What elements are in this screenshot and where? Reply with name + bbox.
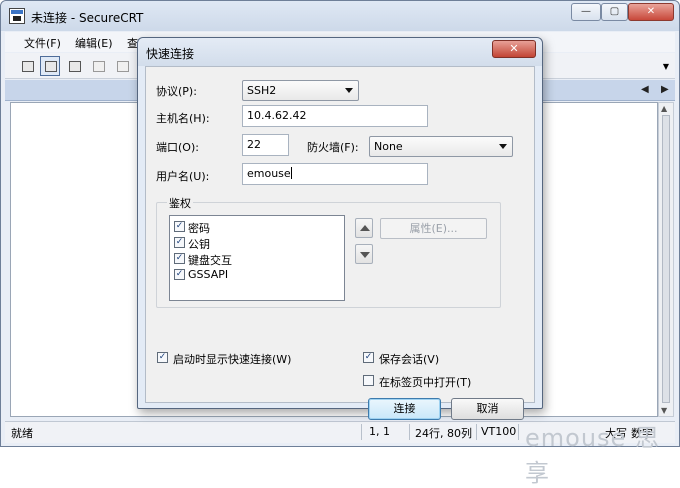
folder-connect-icon — [69, 61, 81, 72]
protocol-select-value: SSH2 — [247, 84, 277, 97]
dialog-title-bar: 快速连接 ✕ — [138, 38, 542, 66]
title-bar: 未连接 - SecureCRT — ▢ ✕ — [1, 1, 679, 31]
status-terminal-size: 24行, 80列 — [415, 427, 472, 440]
menu-edit[interactable]: 编辑(E) — [75, 35, 113, 51]
status-divider — [361, 424, 362, 440]
move-up-button[interactable] — [355, 218, 373, 238]
auth-method-list[interactable]: ✓ 密码 ✓ 公钥 ✓ 键盘交互 ✓ GSSAPI — [169, 215, 345, 301]
properties-button[interactable]: 属性(E)... — [380, 218, 487, 239]
disconnect-toolbar-button[interactable] — [112, 56, 132, 76]
close-button[interactable]: ✕ — [628, 3, 674, 21]
disconnect-icon — [117, 61, 129, 72]
firewall-select[interactable]: None — [369, 136, 513, 157]
port-label: 端口(O): — [156, 141, 199, 154]
firewall-select-value: None — [374, 140, 403, 153]
username-value: emouse — [247, 167, 291, 180]
authentication-group: 鉴权 ✓ 密码 ✓ 公钥 ✓ 键盘交互 ✓ GSSAPI 属性(E)... — [156, 195, 501, 308]
status-divider — [518, 424, 519, 440]
checkbox-unchecked-icon[interactable] — [363, 375, 374, 386]
quick-connect-dialog: 快速连接 ✕ 协议(P): SSH2 主机名(H): 10.4.62.42 端口… — [137, 37, 543, 420]
dialog-body: 协议(P): SSH2 主机名(H): 10.4.62.42 端口(O): 22… — [145, 66, 535, 420]
tab-scroll-left-icon[interactable]: ◀ — [641, 84, 649, 95]
move-down-button[interactable] — [355, 244, 373, 264]
dialog-title: 快速连接 — [146, 47, 195, 61]
status-ready: 就绪 — [11, 427, 33, 440]
username-label: 用户名(U): — [156, 170, 210, 183]
checkbox-checked-icon[interactable]: ✓ — [363, 352, 374, 363]
quick-connect-icon — [45, 61, 57, 72]
tab-scroll-right-icon[interactable]: ▶ — [661, 84, 669, 95]
dialog-close-button[interactable]: ✕ — [492, 40, 536, 58]
authentication-group-title: 鉴权 — [167, 195, 193, 211]
minimize-button[interactable]: — — [571, 3, 601, 21]
cancel-button[interactable]: 取消 — [451, 398, 524, 420]
watermark-text: emouse 思 享 — [525, 424, 660, 487]
maximize-button[interactable]: ▢ — [601, 3, 628, 21]
username-field[interactable]: emouse — [242, 163, 428, 185]
connect-toolbar-button[interactable] — [17, 56, 37, 76]
text-cursor — [290, 167, 292, 179]
window-title: 未连接 - SecureCRT — [31, 11, 144, 25]
auth-method-label: 公钥 — [188, 238, 210, 251]
reconnect-toolbar-button[interactable] — [88, 56, 108, 76]
auth-method-label: GSSAPI — [188, 268, 229, 281]
connect-icon — [22, 61, 34, 72]
open-in-tab-label: 在标签页中打开(T) — [379, 376, 472, 389]
show-on-startup-label: 启动时显示快速连接(W) — [173, 353, 292, 366]
auth-method-label: 密码 — [188, 222, 210, 235]
protocol-select[interactable]: SSH2 — [242, 80, 359, 101]
checkbox-checked-icon[interactable]: ✓ — [174, 221, 185, 232]
hostname-label: 主机名(H): — [156, 112, 210, 125]
toolbar-overflow-icon[interactable]: ▼ — [663, 62, 669, 71]
hostname-field[interactable]: 10.4.62.42 — [242, 105, 428, 127]
checkbox-checked-icon[interactable]: ✓ — [157, 352, 168, 363]
securecrt-app-icon — [9, 8, 25, 24]
checkbox-checked-icon[interactable]: ✓ — [174, 237, 185, 248]
chevron-down-icon — [499, 144, 507, 149]
status-divider — [476, 424, 477, 440]
status-terminal-type: VT100 — [481, 425, 517, 438]
reconnect-icon — [93, 61, 105, 72]
save-session-label: 保存会话(V) — [379, 353, 440, 366]
terminal-scrollbar[interactable]: ▲ ▼ — [658, 102, 674, 417]
firewall-label: 防火墙(F): — [307, 141, 359, 154]
menu-file[interactable]: 文件(F) — [24, 35, 61, 51]
connect-in-tab-toolbar-button[interactable] — [64, 56, 84, 76]
protocol-label: 协议(P): — [156, 85, 197, 98]
scrollbar-thumb[interactable] — [662, 115, 670, 403]
connect-button[interactable]: 连接 — [368, 398, 441, 420]
arrow-up-icon — [360, 225, 370, 231]
checkbox-checked-icon[interactable]: ✓ — [174, 253, 185, 264]
scroll-up-icon[interactable]: ▲ — [661, 104, 667, 113]
scroll-down-icon[interactable]: ▼ — [661, 406, 667, 415]
checkbox-checked-icon[interactable]: ✓ — [174, 269, 185, 280]
status-cursor-position: 1, 1 — [369, 425, 390, 438]
auth-method-label: 键盘交互 — [188, 254, 232, 267]
chevron-down-icon — [345, 88, 353, 93]
port-field[interactable]: 22 — [242, 134, 289, 156]
status-divider — [409, 424, 410, 440]
quick-connect-toolbar-button[interactable] — [40, 56, 60, 76]
arrow-down-icon — [360, 252, 370, 258]
